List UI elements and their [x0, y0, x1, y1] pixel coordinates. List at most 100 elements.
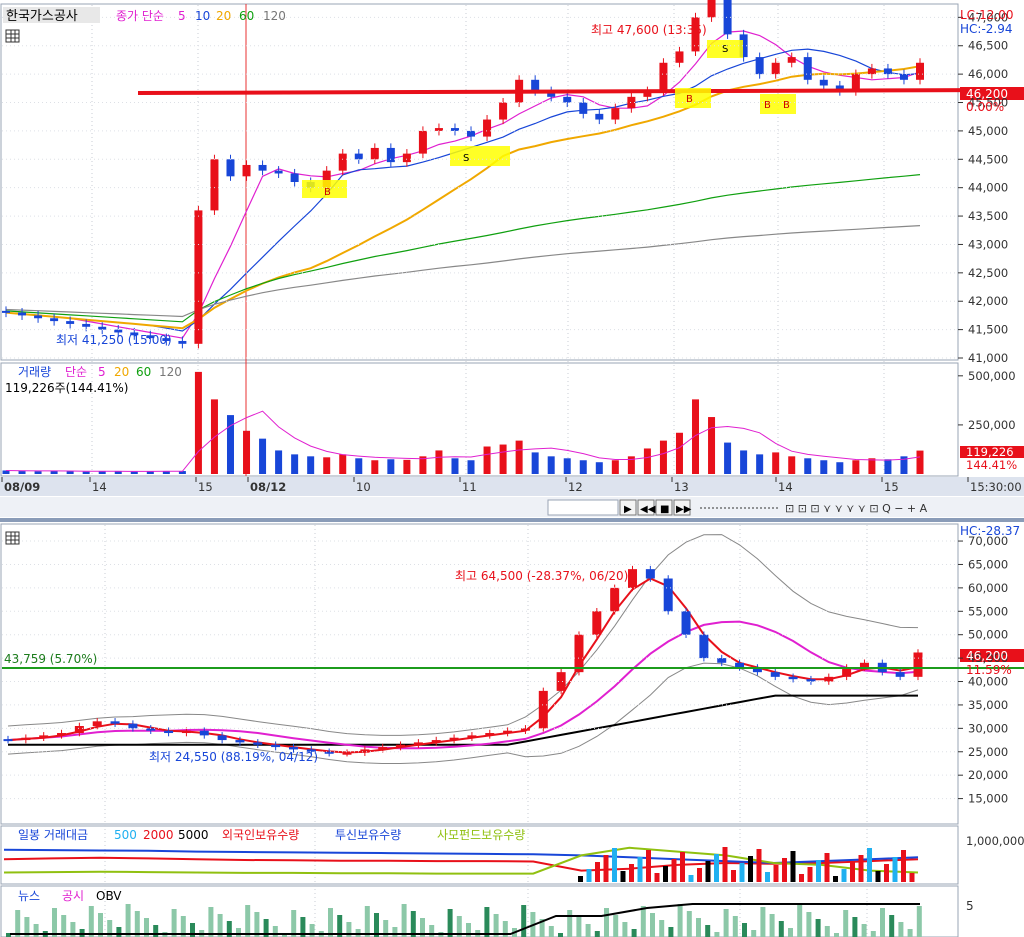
volume-bar: [291, 454, 299, 474]
amount-2000: 2000: [143, 828, 174, 842]
y-tick-label: 45,000: [968, 124, 1008, 138]
daily-candle-body: [21, 737, 31, 741]
daily-hc: HC:-28.37: [960, 524, 1020, 538]
daily-candle-body: [253, 742, 263, 745]
candle-body: [803, 57, 812, 80]
obv-bar: [870, 931, 876, 937]
candle-body: [611, 108, 620, 120]
obv-bar: [153, 925, 159, 937]
volume-bar: [563, 458, 571, 474]
investor-amount-bar: [739, 863, 745, 882]
investor-amount-bar: [816, 860, 821, 882]
investor-amount-bar: [722, 847, 728, 882]
obv-bar: [861, 924, 867, 937]
obv-bar: [52, 908, 57, 937]
volume-bar: [483, 446, 491, 474]
buy-signal-highlight: [675, 88, 711, 108]
obv-bar: [484, 907, 490, 937]
daily-candle-body: [3, 739, 13, 742]
volume-ma-label: 단순: [65, 365, 87, 379]
disclosure-label: 공시: [62, 889, 84, 903]
volume-bar: [82, 471, 90, 474]
y-tick-label: 41,500: [968, 323, 1008, 337]
investor-amount-bar: [612, 848, 617, 882]
lc-value: LC:12.00: [960, 8, 1013, 22]
investor-amount-bar: [833, 876, 838, 882]
vol-ma-60: 60: [136, 365, 151, 379]
investor-amount-bar: [595, 862, 600, 882]
daily-candle-body: [74, 726, 84, 734]
svg-text:■: ■: [660, 504, 669, 515]
candle-body: [531, 79, 540, 92]
investor-amount-bar: [578, 876, 583, 882]
investor-amount-bar: [850, 862, 855, 882]
ma-label: 종가 단순: [116, 9, 164, 23]
candle-body: [242, 164, 251, 177]
obv-bar: [594, 931, 600, 937]
obv-bar: [677, 904, 683, 937]
stock-chart-canvas: B S B S B B 47,00046,50046,00045,50045,0…: [0, 0, 1024, 937]
date-axis-bar: [0, 477, 1024, 496]
obv-bar: [916, 906, 922, 937]
daily-candle-body: [360, 749, 370, 753]
daily-candle-body: [592, 611, 602, 635]
obv-bar: [659, 920, 665, 937]
daily-candle-body: [485, 733, 495, 736]
obv-bar: [88, 906, 94, 937]
candle-body: [274, 170, 283, 174]
obv-bar: [429, 925, 435, 937]
daily-candle-body: [164, 730, 174, 734]
daily-candle-body: [556, 672, 566, 691]
daily-candle-body: [431, 740, 441, 743]
volume-bar: [820, 460, 828, 474]
investor-amount-bar: [646, 850, 651, 882]
daily-candle-body: [859, 662, 869, 668]
zoom-icon[interactable]: ⊡ ⊡ ⊡ ⋎ ⋎ ⋎ ⋎ ⊡ Q − + A: [785, 502, 928, 515]
obv-bar: [631, 929, 637, 937]
svg-text:B: B: [324, 187, 331, 198]
investor-amount-bar: [858, 855, 864, 882]
volume-bar: [18, 471, 26, 474]
obv-bar: [714, 932, 720, 937]
date-label: 14: [778, 480, 793, 494]
volume-bar: [323, 457, 331, 474]
volume-bar: [595, 462, 603, 474]
investor-y-tick: 1,000,000: [966, 834, 1024, 848]
daily-candle-body: [824, 676, 834, 682]
candle-body: [787, 57, 796, 63]
obv-bar: [668, 927, 674, 937]
y-tick-label: 46,000: [968, 67, 1008, 81]
candle-body: [483, 119, 492, 137]
volume-value: 119,226주(144.41%): [5, 381, 128, 395]
candle-body: [659, 62, 668, 92]
investor-label: 일봉 거래대금: [18, 828, 88, 842]
investor-amount-bar: [586, 869, 592, 882]
investor-amount-bar: [688, 875, 694, 882]
candle-body: [66, 321, 75, 324]
investor-amount-bar: [756, 849, 762, 882]
volume-bar: [547, 456, 555, 474]
y-tick-label: 42,500: [968, 266, 1008, 280]
splitter[interactable]: [0, 518, 1024, 522]
obv-bar: [236, 928, 241, 937]
investor-amount-bar: [629, 864, 634, 882]
obv-bar: [650, 913, 655, 937]
candle-body: [867, 68, 876, 75]
y-tick-label: 43,000: [968, 237, 1008, 251]
investor-amount-bar: [748, 856, 753, 882]
candle-body: [194, 210, 203, 344]
y-tick-label: 30,000: [968, 721, 1008, 735]
daily-candle-body: [92, 721, 102, 727]
volume-bar: [259, 438, 267, 474]
daily-candle-body: [271, 744, 281, 748]
private-holdings: 사모펀드보유수량: [437, 828, 525, 842]
obv-bar: [806, 912, 812, 937]
y-tick-label: 43,500: [968, 209, 1008, 223]
y-tick-label: 42,000: [968, 294, 1008, 308]
obv-bar: [171, 909, 177, 937]
daily-candle-body: [181, 730, 191, 734]
investor-amount-bar: [773, 865, 779, 882]
volume-bar: [515, 440, 523, 474]
investor-amount-bar: [867, 848, 872, 882]
date-label: 08/12: [250, 480, 286, 494]
